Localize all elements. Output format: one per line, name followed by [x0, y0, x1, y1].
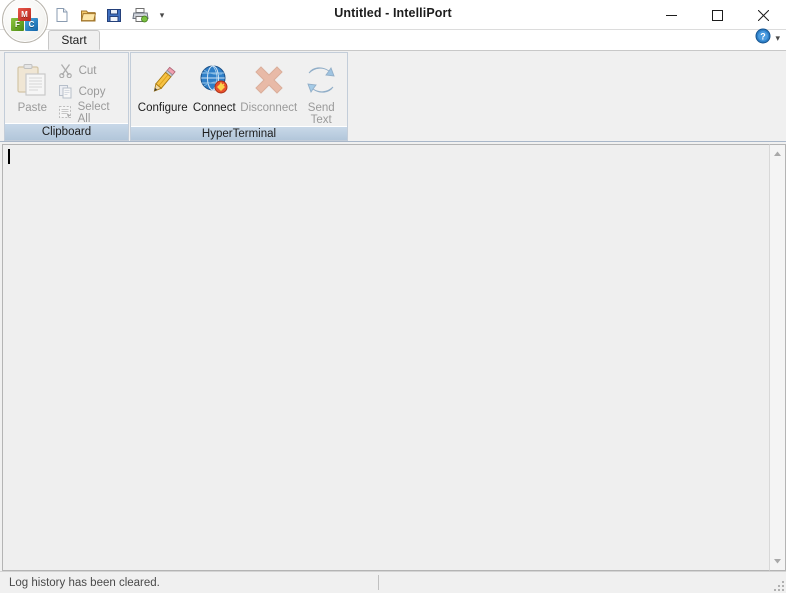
status-message: Log history has been cleared. [9, 577, 160, 589]
select-all-button-label: Select All [78, 101, 118, 125]
ribbon-groups: Paste Cut [4, 52, 349, 141]
cut-button-label: Cut [79, 65, 97, 77]
disconnect-button[interactable]: Disconnect [238, 56, 299, 114]
window-controls [648, 0, 786, 30]
send-text-label-line2: Text [311, 114, 332, 126]
connect-button-label: Connect [193, 102, 236, 114]
globe-plug-connect-icon [197, 60, 231, 100]
status-separator [378, 575, 379, 590]
copy-button-label: Copy [79, 86, 106, 98]
select-all-icon [58, 105, 73, 121]
configure-button-label: Configure [138, 102, 188, 114]
ribbon-group-clipboard-caption: Clipboard [5, 123, 128, 140]
resize-grip-icon[interactable] [772, 579, 784, 591]
disconnect-button-label: Disconnect [240, 102, 297, 114]
help-question-icon[interactable]: ? [755, 28, 771, 49]
tab-start[interactable]: Start [48, 30, 100, 50]
terminal-vertical-scrollbar[interactable] [769, 144, 786, 571]
clipboard-small-buttons: Cut Copy [56, 56, 124, 123]
copy-pages-icon [58, 84, 74, 100]
cut-button[interactable]: Cut [56, 60, 124, 81]
ribbon: Paste Cut [0, 50, 786, 142]
connect-button[interactable]: Connect [190, 56, 238, 114]
ribbon-group-hyperterminal-caption: HyperTerminal [131, 126, 347, 140]
pencil-configure-icon [146, 60, 180, 100]
ribbon-group-hyperterminal: Configure [130, 52, 348, 141]
send-text-label-line1: Send [308, 102, 335, 114]
title-bar: F C M [0, 0, 786, 30]
help-area: ? ▾ [755, 28, 780, 49]
logo-cube-m: M [18, 8, 31, 21]
mfc-cubes-logo-icon: F C M [10, 5, 40, 35]
paste-clipboard-icon [15, 60, 49, 100]
ribbon-group-hyperterminal-body: Configure [131, 53, 347, 126]
text-caret [8, 149, 10, 164]
minimize-icon[interactable] [648, 0, 694, 30]
scrollbar-up-arrow-icon[interactable] [770, 145, 785, 162]
tab-start-label: Start [61, 33, 86, 47]
copy-button[interactable]: Copy [56, 81, 124, 102]
paste-button[interactable]: Paste [9, 56, 56, 114]
select-all-button[interactable]: Select All [56, 102, 124, 123]
exchange-arrows-send-icon [305, 60, 337, 100]
scrollbar-down-arrow-icon[interactable] [770, 553, 785, 570]
terminal-output[interactable] [2, 144, 769, 571]
cut-scissors-icon [58, 63, 74, 79]
close-icon[interactable] [740, 0, 786, 30]
maximize-icon[interactable] [694, 0, 740, 30]
status-bar: Log history has been cleared. [0, 571, 786, 593]
send-text-button[interactable]: Send Text [299, 56, 343, 126]
svg-text:?: ? [761, 32, 767, 42]
send-text-button-label: Send Text [308, 102, 335, 126]
paste-button-label: Paste [18, 102, 47, 114]
client-area [0, 142, 786, 571]
cross-disconnect-icon [252, 60, 286, 100]
scrollbar-track[interactable] [770, 162, 785, 553]
application-window: F C M [0, 0, 786, 593]
ribbon-group-clipboard: Paste Cut [4, 52, 129, 141]
configure-button[interactable]: Configure [135, 56, 190, 114]
help-overflow-button[interactable]: ▾ [775, 33, 780, 44]
ribbon-tab-strip: Start ? ▾ [0, 30, 786, 50]
status-message-pane: Log history has been cleared. [0, 572, 378, 593]
ribbon-group-clipboard-body: Paste Cut [5, 53, 128, 123]
